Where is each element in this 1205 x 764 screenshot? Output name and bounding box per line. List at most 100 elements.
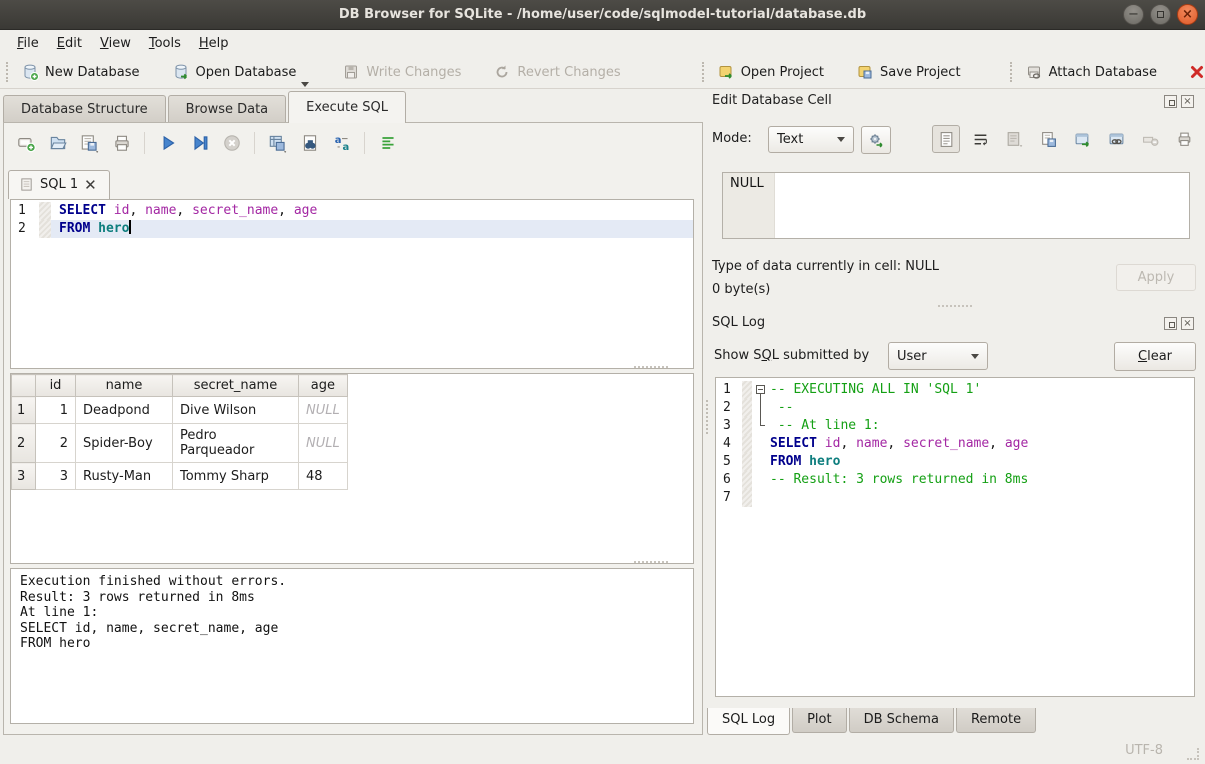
splitter-grip[interactable] xyxy=(634,561,668,563)
line-number: 6 xyxy=(716,471,742,489)
main-toolbar: New Database Open Database Write Changes… xyxy=(0,56,1205,89)
cell-secret-name[interactable]: Dive Wilson xyxy=(173,397,299,424)
tab-browse-data[interactable]: Browse Data xyxy=(168,95,287,123)
save-sql-file-button[interactable] xyxy=(76,130,103,156)
maximize-button[interactable] xyxy=(1150,4,1171,25)
column-header-name[interactable]: name xyxy=(76,375,173,397)
cell-secret-name[interactable]: Tommy Sharp xyxy=(173,463,299,490)
write-changes-button[interactable]: Write Changes xyxy=(333,59,470,85)
open-database-icon xyxy=(172,63,190,81)
sql-doc-tab[interactable]: SQL 1 ✕ xyxy=(8,170,110,199)
copy-link-button[interactable] xyxy=(1102,125,1130,153)
column-header-age[interactable]: age xyxy=(299,375,348,397)
open-sql-file-button[interactable] xyxy=(44,130,71,156)
sql-log-view[interactable]: 1 -- EXECUTING ALL IN 'SQL 1' 2 -- 3 -- … xyxy=(715,377,1195,697)
cell-value-editor[interactable]: NULL xyxy=(722,172,1190,239)
print-cell-button[interactable] xyxy=(1170,125,1198,153)
line-number: 7 xyxy=(716,489,742,507)
import-cell-data-button[interactable] xyxy=(1000,125,1028,153)
cell-secret-name[interactable]: Pedro Parqueador xyxy=(173,424,299,463)
code-line[interactable]: FROM hero xyxy=(51,220,693,238)
window-controls: − × xyxy=(1123,4,1198,25)
menu-edit[interactable]: Edit xyxy=(48,33,91,54)
toolbar-drag-handle[interactable] xyxy=(1010,62,1012,82)
find-replace-button[interactable]: aa xyxy=(328,130,355,156)
splitter-grip[interactable] xyxy=(634,366,668,368)
cell-id[interactable]: 2 xyxy=(36,424,76,463)
mode-select[interactable]: Text xyxy=(768,126,854,153)
tab-database-structure[interactable]: Database Structure xyxy=(3,95,166,123)
fold-collapse-icon[interactable] xyxy=(752,381,768,399)
sql-editor[interactable]: 1 SELECT id, name, secret_name, age 2 FR… xyxy=(10,199,694,369)
close-dock-icon[interactable]: × xyxy=(1181,317,1194,330)
save-project-button[interactable]: Save Project xyxy=(847,59,970,85)
toolbar-drag-handle[interactable] xyxy=(702,62,704,82)
export-cell-data-button[interactable] xyxy=(1034,125,1062,153)
open-database-button[interactable]: Open Database xyxy=(163,59,306,85)
resize-grip[interactable] xyxy=(1187,748,1199,760)
line-number: 5 xyxy=(716,453,742,471)
dock-splitter-grip[interactable] xyxy=(938,305,972,307)
tab-db-schema[interactable]: DB Schema xyxy=(849,708,954,733)
float-dock-icon[interactable] xyxy=(1164,95,1177,108)
cell-id[interactable]: 3 xyxy=(36,463,76,490)
find-button[interactable] xyxy=(296,130,323,156)
cell-age[interactable]: 48 xyxy=(299,463,348,490)
revert-changes-icon xyxy=(493,63,511,81)
execute-line-button[interactable] xyxy=(186,130,213,156)
minimize-button[interactable]: − xyxy=(1123,4,1144,25)
print-sql-button[interactable] xyxy=(108,130,135,156)
auto-switch-mode-button[interactable] xyxy=(861,126,891,154)
tab-sql-log[interactable]: SQL Log xyxy=(707,708,790,735)
cell-name[interactable]: Rusty-Man xyxy=(76,463,173,490)
row-header[interactable]: 3 xyxy=(12,463,36,490)
clear-log-button[interactable]: Clear xyxy=(1114,342,1196,371)
cell-name[interactable]: Deadpond xyxy=(76,397,173,424)
line-number: 2 xyxy=(11,220,39,238)
cell-id[interactable]: 1 xyxy=(36,397,76,424)
open-project-button[interactable]: Open Project xyxy=(708,59,833,85)
tab-execute-sql[interactable]: Execute SQL xyxy=(288,91,406,123)
open-database-dropdown-icon[interactable] xyxy=(301,82,309,87)
log-filter-select[interactable]: User xyxy=(888,342,988,370)
float-dock-icon[interactable] xyxy=(1164,317,1177,330)
cell-name[interactable]: Spider-Boy xyxy=(76,424,173,463)
log-line: 4 SELECT id, name, secret_name, age xyxy=(716,435,1194,453)
save-project-icon xyxy=(856,63,874,81)
pane-splitter[interactable] xyxy=(706,400,708,434)
word-wrap-button[interactable] xyxy=(966,125,994,153)
attach-database-button[interactable]: Attach Database xyxy=(1016,59,1166,85)
close-sql-tab-icon[interactable]: ✕ xyxy=(84,179,97,191)
row-header[interactable]: 2 xyxy=(12,424,36,463)
text-mode-button[interactable] xyxy=(932,125,960,153)
stop-sql-button[interactable] xyxy=(218,130,245,156)
format-sql-button[interactable] xyxy=(374,130,401,156)
close-database-button[interactable]: Close Database xyxy=(1180,60,1205,84)
import-icon xyxy=(1005,131,1024,148)
menu-file[interactable]: File xyxy=(8,33,48,54)
column-header-id[interactable]: id xyxy=(36,375,76,397)
attach-database-icon xyxy=(1025,63,1043,81)
save-results-button[interactable] xyxy=(264,130,291,156)
tab-plot[interactable]: Plot xyxy=(792,708,847,733)
close-button[interactable]: × xyxy=(1177,4,1198,25)
toolbar-drag-handle[interactable] xyxy=(6,62,8,82)
menu-help[interactable]: Help xyxy=(190,33,238,54)
column-header-secret-name[interactable]: secret_name xyxy=(173,375,299,397)
revert-changes-button[interactable]: Revert Changes xyxy=(484,59,629,85)
open-in-external-button[interactable] xyxy=(1068,125,1096,153)
apply-button[interactable]: Apply xyxy=(1116,264,1196,291)
row-header[interactable]: 1 xyxy=(12,397,36,424)
cell-age[interactable]: NULL xyxy=(299,424,348,463)
menu-tools[interactable]: Tools xyxy=(140,33,190,54)
tab-remote[interactable]: Remote xyxy=(956,708,1036,733)
code-line[interactable]: SELECT id, name, secret_name, age xyxy=(51,202,693,220)
close-dock-icon[interactable]: × xyxy=(1181,95,1194,108)
menu-view[interactable]: View xyxy=(91,33,140,54)
new-database-button[interactable]: New Database xyxy=(12,59,149,85)
cell-age[interactable]: NULL xyxy=(299,397,348,424)
execution-message-box[interactable]: Execution finished without errors. Resul… xyxy=(10,568,694,724)
execute-sql-button[interactable] xyxy=(154,130,181,156)
set-null-button[interactable] xyxy=(1136,125,1164,153)
new-sql-tab-button[interactable] xyxy=(12,130,39,156)
